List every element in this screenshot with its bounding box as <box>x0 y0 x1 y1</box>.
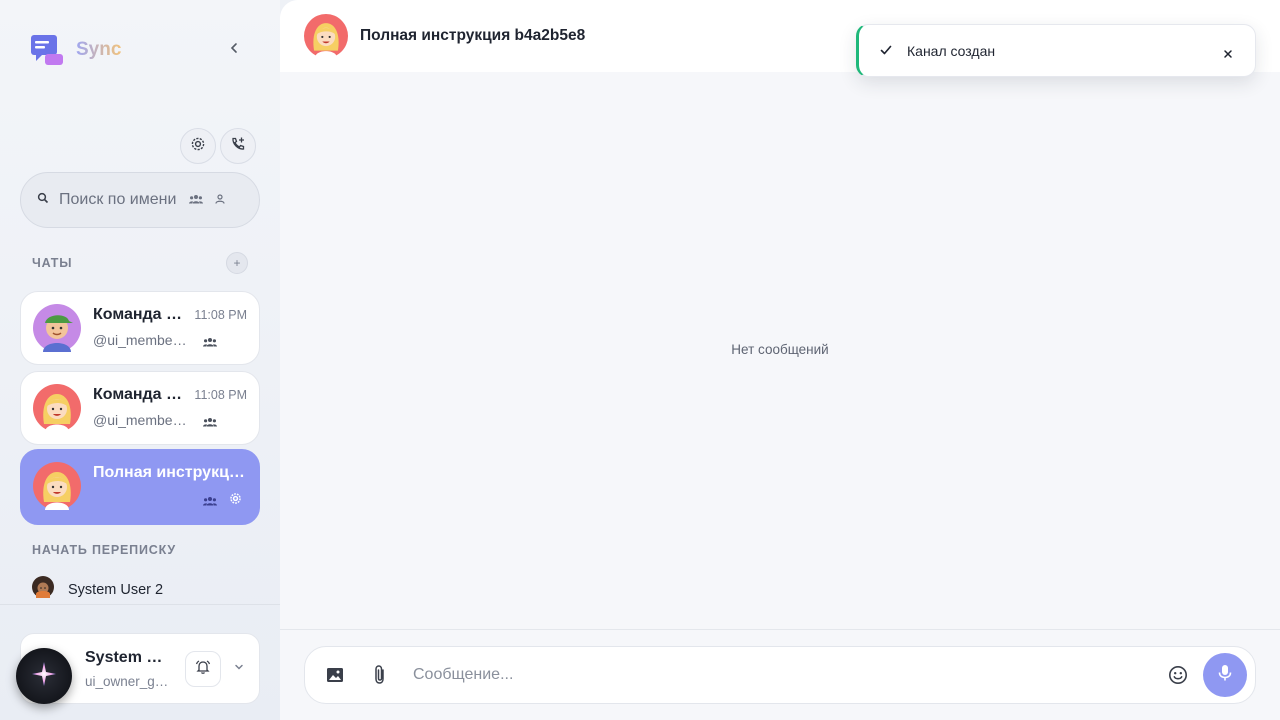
user-handle: ui_owner_g… <box>85 674 169 689</box>
chat-item-active[interactable]: Полная инструкци… <box>20 449 260 525</box>
checkmark-icon <box>879 43 893 62</box>
chat-time: 11:08 PM <box>194 308 247 322</box>
curly-hair-avatar <box>32 576 54 603</box>
gear-icon <box>190 136 206 157</box>
sidebar: Sync ЧАТЫ + <box>0 0 280 720</box>
message-composer <box>304 646 1256 704</box>
image-upload-icon[interactable] <box>325 665 345 690</box>
notifications-button[interactable] <box>185 651 221 687</box>
new-call-button[interactable] <box>220 128 256 164</box>
group-icon <box>203 493 217 511</box>
brand-name: Sync <box>76 39 122 60</box>
chat-item[interactable]: Команда п… 11:08 PM @ui_member_… <box>20 291 260 365</box>
chevron-left-icon <box>228 41 240 59</box>
chat-title: Команда п… <box>93 306 189 323</box>
chat-subtitle: @ui_member_… <box>93 412 191 428</box>
add-chat-button[interactable]: + <box>226 252 248 274</box>
chats-section-label: ЧАТЫ <box>32 256 73 270</box>
paperclip-icon[interactable] <box>370 664 390 691</box>
sparkle-icon <box>31 661 57 692</box>
group-icon <box>189 191 203 209</box>
voice-record-button[interactable] <box>1203 653 1247 697</box>
search-input[interactable] <box>59 191 177 209</box>
person-icon <box>215 191 225 209</box>
chat-title: Полная инструкци… <box>93 464 249 481</box>
filter-users-button[interactable] <box>215 191 225 209</box>
search-icon <box>37 191 49 209</box>
close-icon[interactable] <box>1223 46 1233 64</box>
chevron-down-icon[interactable] <box>233 660 245 678</box>
search-box <box>20 172 260 228</box>
assistant-orb-button[interactable] <box>16 648 72 704</box>
group-icon <box>203 414 217 432</box>
filter-groups-button[interactable] <box>189 191 203 209</box>
chat-time: 11:08 PM <box>194 388 247 402</box>
blonde-girl-avatar <box>33 462 81 510</box>
divider <box>280 629 1280 630</box>
chat-panel: Полная инструкция b4a2b5e8 Нет сообщений <box>280 0 1280 720</box>
toast-notification: Канал создан <box>856 24 1256 77</box>
chat-item[interactable]: Команда 5… 11:08 PM @ui_member_… <box>20 371 260 445</box>
chat-title: Команда 5… <box>93 386 189 403</box>
emoji-icon[interactable] <box>1168 665 1188 690</box>
divider <box>0 604 280 605</box>
blonde-girl-avatar[interactable] <box>304 14 348 58</box>
brand[interactable]: Sync <box>30 33 121 67</box>
toast-message: Канал создан <box>907 43 996 59</box>
phone-plus-icon <box>230 136 246 157</box>
green-cap-avatar <box>33 304 81 352</box>
microphone-icon <box>1217 664 1233 687</box>
group-icon <box>203 334 217 352</box>
contact-item[interactable]: System User 2 <box>32 576 163 603</box>
empty-state-text: Нет сообщений <box>731 342 829 357</box>
message-input[interactable] <box>413 663 1153 687</box>
blonde-girl-avatar <box>33 384 81 432</box>
chat-title[interactable]: Полная инструкция b4a2b5e8 <box>360 27 585 45</box>
chat-settings-gear-icon[interactable] <box>229 492 242 510</box>
collapse-sidebar-button[interactable] <box>222 38 246 62</box>
contact-name: System User 2 <box>68 581 164 598</box>
chat-subtitle: @ui_member_… <box>93 332 191 348</box>
start-conversation-section-label: НАЧАТЬ ПЕРЕПИСКУ <box>32 543 176 557</box>
chat-bubbles-logo-icon <box>30 33 64 67</box>
bell-icon <box>195 659 211 680</box>
settings-button[interactable] <box>180 128 216 164</box>
user-name: System U… <box>85 649 173 666</box>
